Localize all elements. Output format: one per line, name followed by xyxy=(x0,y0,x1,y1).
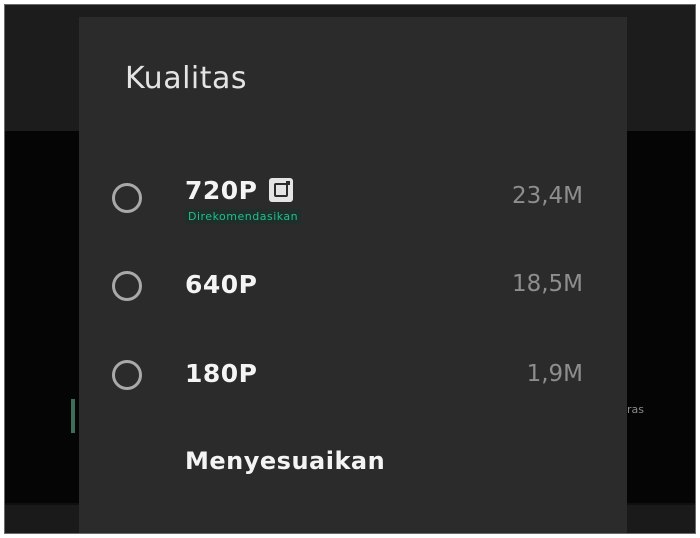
background-partial-text: ras xyxy=(627,403,644,416)
radio-button-720p[interactable] xyxy=(112,183,142,213)
dialog-title: Kualitas xyxy=(125,61,248,96)
quality-option-720p[interactable]: 720P 23,4M xyxy=(79,163,627,233)
option-size-180p: 1,9M xyxy=(526,361,583,387)
quality-option-640p[interactable]: 640P 18,5M xyxy=(79,251,627,321)
recommended-tag: Direkomendasikan xyxy=(185,209,302,224)
option-label-640p: 640P xyxy=(185,270,258,299)
background-accent-bar xyxy=(71,399,75,433)
option-label-720p: 720P xyxy=(185,176,258,205)
option-label-180p: 180P xyxy=(185,359,258,388)
option-size-720p: 23,4M xyxy=(511,183,583,209)
quality-dialog: Kualitas 720P 23,4M Direkomendasikan 640… xyxy=(79,17,627,533)
screen-frame: ras Kualitas 720P 23,4M Direkomendasikan… xyxy=(4,4,696,534)
instagram-icon xyxy=(269,178,293,202)
radio-button-180p[interactable] xyxy=(112,360,142,390)
quality-option-180p[interactable]: 180P 1,9M xyxy=(79,343,627,413)
radio-button-640p[interactable] xyxy=(112,271,142,301)
custom-quality-button[interactable]: Menyesuaikan xyxy=(185,447,385,475)
option-size-640p: 18,5M xyxy=(511,271,583,297)
